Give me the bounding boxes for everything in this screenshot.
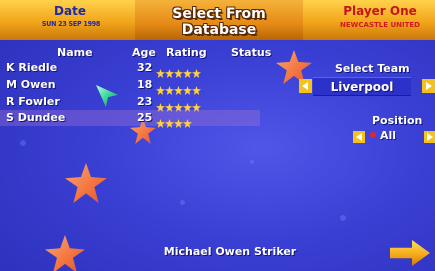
position-value[interactable]: All (380, 129, 396, 142)
bg-speck (20, 140, 26, 146)
column-header-age[interactable]: Age (132, 46, 156, 59)
top-bar: Date SUN 23 SEP 1998 Select From Databas… (0, 0, 435, 40)
date-label: Date (54, 4, 86, 18)
selected-player-info: Michael Owen Striker (163, 245, 297, 258)
player-name: K Riedle (6, 61, 58, 74)
player-rating (156, 113, 192, 128)
position-prev-button[interactable] (353, 131, 365, 143)
player-name: S Dundee (6, 111, 66, 124)
table-row-selected[interactable]: S Dundee 25 (0, 110, 260, 128)
column-header-name[interactable]: Name (57, 46, 93, 59)
select-team-label: Select Team (335, 62, 410, 75)
rating-star-icon (174, 119, 183, 128)
table-row[interactable]: R Fowler 23 (0, 94, 260, 112)
position-marker-icon (370, 132, 376, 138)
rating-star-icon (165, 119, 174, 128)
column-header-rating[interactable]: Rating (166, 46, 207, 59)
column-header-status[interactable]: Status (231, 46, 271, 59)
bg-speck (250, 160, 254, 164)
bg-speck (340, 215, 346, 221)
player-label: Player One (343, 4, 417, 18)
table-row[interactable]: K Riedle 32 (0, 60, 260, 78)
player-team: NEWCASTLE UNITED (340, 21, 420, 29)
rating-star-icon (156, 119, 165, 128)
player-rating (156, 63, 201, 78)
team-value: Liverpool (330, 80, 394, 94)
rating-star-icon (183, 119, 192, 128)
date-value: SUN 23 SEP 1998 (41, 20, 101, 28)
player-rating (156, 97, 201, 112)
player-name: R Fowler (6, 95, 60, 108)
player-name: M Owen (6, 78, 56, 91)
decorative-star-icon (45, 235, 85, 271)
next-arrow-icon[interactable] (390, 240, 430, 266)
page-title: Select From Database (172, 6, 266, 38)
team-next-button[interactable] (422, 79, 435, 93)
player-age: 18 (137, 78, 153, 91)
right-arrow-icon (427, 133, 433, 141)
select-database-screen: Date SUN 23 SEP 1998 Select From Databas… (0, 0, 435, 271)
right-arrow-icon (426, 82, 432, 90)
team-prev-button[interactable] (299, 79, 312, 93)
player-age: 25 (137, 111, 153, 124)
position-next-button[interactable] (424, 131, 435, 143)
left-arrow-icon (302, 82, 308, 90)
table-row[interactable]: M Owen 18 (0, 77, 260, 95)
player-age: 32 (137, 61, 153, 74)
bg-speck (180, 200, 185, 205)
team-select[interactable]: Liverpool (313, 77, 411, 96)
position-label: Position (372, 114, 423, 127)
player-age: 23 (137, 95, 153, 108)
decorative-star-icon (65, 163, 107, 203)
left-arrow-icon (356, 133, 362, 141)
player-rating (156, 80, 201, 95)
